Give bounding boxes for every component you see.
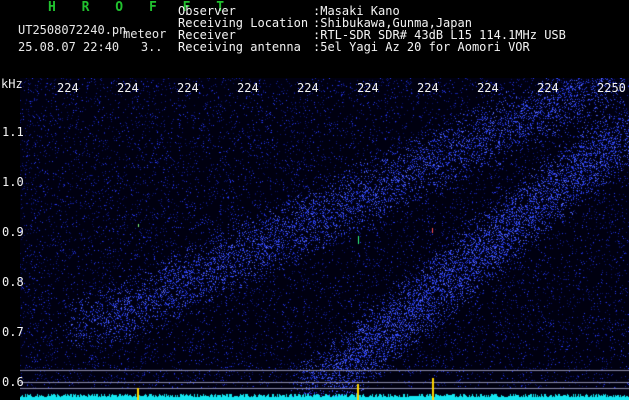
x-tick-2: 224: [117, 81, 139, 95]
y-tick-1-1: 1.1: [2, 125, 24, 139]
datetime: 25.08.07 22:40 3..: [18, 40, 163, 54]
info-label-antenna: Receiving antenna: [178, 40, 301, 54]
y-tick-0-6: 0.6: [2, 375, 24, 389]
x-tick-8: 224: [477, 81, 499, 95]
x-tick-9: 224: [537, 81, 559, 95]
info-value-antenna: :5el Yagi Az 20 for Aomori VOR: [313, 40, 530, 54]
spectrogram-axes: kHz 1.1 1.0 0.9 0.8 0.7 0.6 224 224 224 …: [0, 78, 629, 400]
file-name: UT2508072240.pn: [18, 23, 127, 37]
x-tick-4: 224: [237, 81, 259, 95]
x-tick-6: 224: [357, 81, 379, 95]
y-tick-0-7: 0.7: [2, 325, 24, 339]
tag-label: meteor: [123, 27, 167, 41]
y-unit-label: kHz: [1, 77, 23, 91]
y-tick-1-0: 1.0: [2, 175, 24, 189]
x-tick-10: 2250: [597, 81, 626, 95]
x-tick-3: 224: [177, 81, 199, 95]
header-panel: H R O F F T UT2508072240.pn meteor 25.08…: [0, 0, 629, 78]
x-tick-5: 224: [297, 81, 319, 95]
x-tick-1: 224: [57, 81, 79, 95]
y-tick-0-8: 0.8: [2, 275, 24, 289]
count-label: 3..: [140, 40, 163, 54]
x-tick-7: 224: [417, 81, 439, 95]
y-tick-0-9: 0.9: [2, 225, 24, 239]
